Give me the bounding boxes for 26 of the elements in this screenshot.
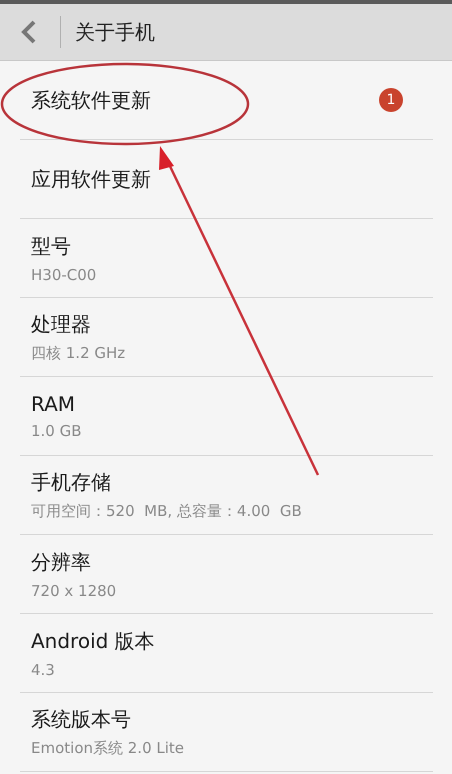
item-title: 分辨率 (31, 548, 92, 576)
item-value: 4.3 (31, 660, 56, 678)
item-value: Emotion系统 2.0 Lite (31, 739, 186, 758)
item-value: 可用空间：520 MB, 总容量：4.00 GB (31, 502, 303, 521)
item-title: 系统版本号 (31, 706, 132, 733)
item-title: 处理器 (31, 311, 92, 338)
item-title: 系统软件更新 (31, 86, 152, 114)
settings-item[interactable]: Android 版本 4.3 (20, 614, 433, 693)
item-title: 手机存储 (31, 469, 112, 496)
settings-item[interactable]: 处理器 四核 1.2 GHz (20, 298, 433, 377)
item-value: 四核 1.2 GHz (31, 344, 126, 363)
page-title: 关于手机 (75, 18, 155, 46)
settings-item[interactable]: 手机存储 可用空间：520 MB, 总容量：4.00 GB (20, 456, 433, 535)
item-title: 应用软件更新 (31, 166, 152, 192)
item-value: 1.0 GB (31, 422, 83, 440)
item-title: RAM (31, 392, 76, 416)
item-title: 型号 (31, 232, 72, 260)
notification-badge: 1 (379, 88, 403, 112)
item-value: 720 x 1280 (31, 582, 118, 600)
item-title: Android 版本 (31, 628, 156, 654)
settings-item[interactable]: 型号 H30-C00 (20, 219, 433, 298)
settings-item[interactable]: 系统软件更新 1 (20, 61, 433, 140)
item-value: H30-C00 (31, 266, 98, 284)
settings-item[interactable]: 分辨率 720 x 1280 (20, 535, 433, 614)
settings-item[interactable]: 系统版本号 Emotion系统 2.0 Lite (20, 693, 433, 772)
settings-item[interactable]: RAM 1.0 GB (20, 377, 433, 456)
